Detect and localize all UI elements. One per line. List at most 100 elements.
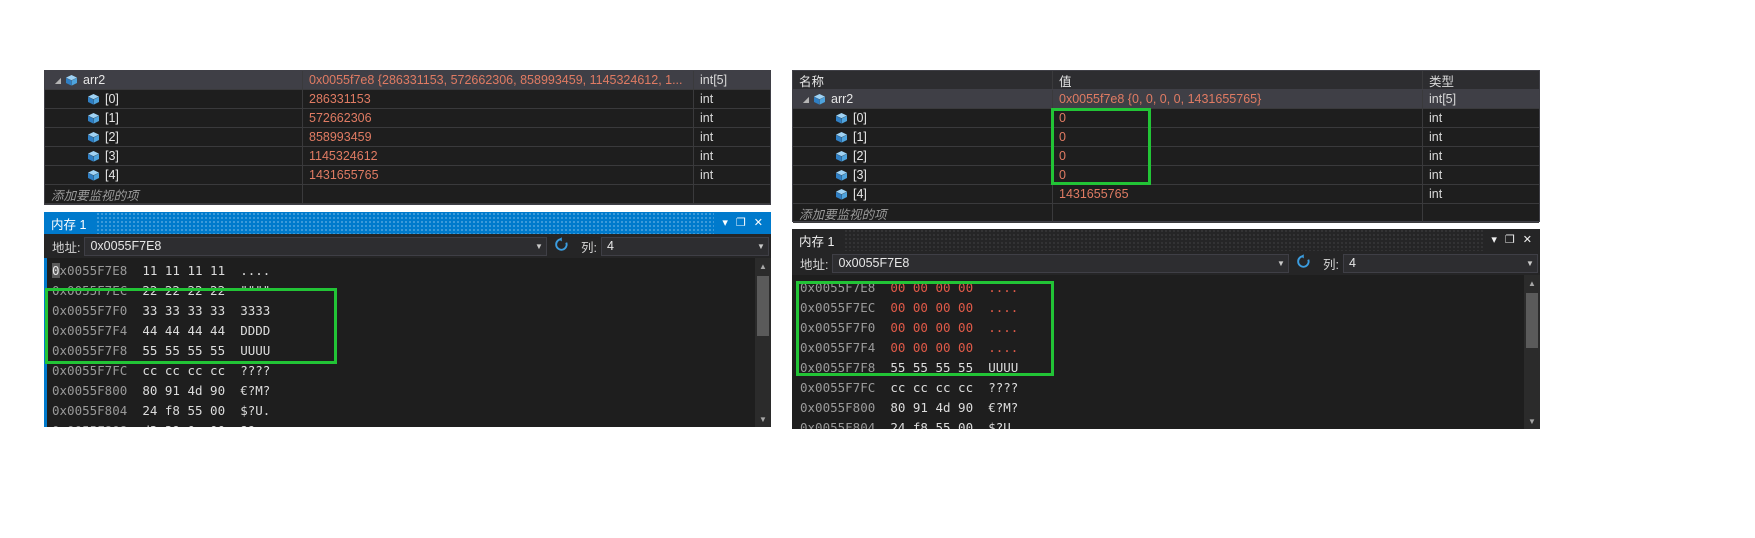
memory-line[interactable]: 0x0055F804 24 f8 55 00 $?U. xyxy=(52,401,270,421)
table-row[interactable]: [1] 0 int xyxy=(793,128,1539,147)
window-dropdown-icon[interactable]: ▾ xyxy=(1491,234,1497,246)
column-header-name[interactable]: 名称 xyxy=(793,71,1053,89)
right-memory-scrollbar[interactable]: ▲ ▼ xyxy=(1524,275,1540,429)
memory-line[interactable]: 0x0055F800 80 91 4d 90 €?M? xyxy=(800,398,1018,418)
variable-value-cell[interactable]: 0 xyxy=(1053,128,1423,146)
variable-name-cell[interactable]: ◢ arr2 xyxy=(45,71,303,89)
variable-name-cell[interactable]: [4] xyxy=(793,185,1053,203)
memory-hex: d3 39 0c 00 xyxy=(142,423,225,427)
variable-name-cell[interactable]: [3] xyxy=(45,147,303,165)
scroll-down-icon[interactable]: ▼ xyxy=(1524,413,1540,429)
variable-name-cell[interactable]: [2] xyxy=(45,128,303,146)
variable-value: 572662306 xyxy=(309,111,372,125)
left-watch-grid[interactable]: ◢ arr2 0x0055f7e8 {286331153, 572662306, 8… xyxy=(44,70,771,205)
address-input[interactable]: 0x0055F7E8 ▼ xyxy=(84,236,548,256)
left-memory-body[interactable]: 0x0055F7E8 11 11 11 11 .... 0x0055F7EC 22… xyxy=(44,258,771,427)
variable-value-cell[interactable]: 572662306 xyxy=(303,109,694,127)
scroll-thumb[interactable] xyxy=(757,276,769,336)
refresh-icon[interactable] xyxy=(551,237,571,255)
table-row[interactable]: [3] 1145324612 int xyxy=(45,147,770,166)
column-header-type[interactable]: 类型 xyxy=(1423,71,1539,89)
chevron-down-icon[interactable]: ▼ xyxy=(754,242,768,251)
expander-icon[interactable]: ◢ xyxy=(799,95,813,104)
memory-ascii: €?M? xyxy=(988,400,1019,415)
right-watch-grid[interactable]: 名称 值 类型 ◢ arr2 0x0055f7e8 {0, 0, 0, 0, 143… xyxy=(792,70,1540,223)
variable-name-cell[interactable]: ◢ arr2 xyxy=(793,90,1053,108)
memory-line[interactable]: 0x0055F7FC cc cc cc cc ???? xyxy=(800,378,1018,398)
right-add-watch-row[interactable]: 添加要监视的项 xyxy=(793,204,1539,223)
memory-line[interactable]: 0x0055F7F0 00 00 00 00 .... xyxy=(800,318,1018,338)
variable-value-cell[interactable]: 0x0055f7e8 {286331153, 572662306, 858993… xyxy=(303,71,694,89)
address-input[interactable]: 0x0055F7E8 ▼ xyxy=(832,253,1290,273)
window-float-icon[interactable]: ❐ xyxy=(736,217,746,229)
memory-line[interactable]: 0x0055F7E8 11 11 11 11 .... xyxy=(52,261,270,281)
table-row[interactable]: [0] 0 int xyxy=(793,109,1539,128)
variable-name-cell[interactable]: [0] xyxy=(793,109,1053,127)
memory-line[interactable]: 0x0055F7F0 33 33 33 33 3333 xyxy=(52,301,270,321)
left-add-watch-row[interactable]: 添加要监视的项 xyxy=(45,185,770,204)
left-memory-scrollbar[interactable]: ▲ ▼ xyxy=(755,258,771,427)
left-memory-titlebar[interactable]: 内存 1 ▾ ❐ ✕ xyxy=(44,212,771,234)
variable-value: 1431655765 xyxy=(309,168,379,182)
column-header-value[interactable]: 值 xyxy=(1053,71,1423,89)
table-row[interactable]: [1] 572662306 int xyxy=(45,109,770,128)
scroll-down-icon[interactable]: ▼ xyxy=(755,411,771,427)
table-row[interactable]: [0] 286331153 int xyxy=(45,90,770,109)
variable-value-cell[interactable]: 286331153 xyxy=(303,90,694,108)
variable-value-cell[interactable]: 0x0055f7e8 {0, 0, 0, 0, 1431655765} xyxy=(1053,90,1423,108)
columns-select[interactable]: 4 ▼ xyxy=(1343,253,1538,273)
right-memory-body[interactable]: 0x0055F7E8 00 00 00 00 .... 0x0055F7EC 00… xyxy=(792,275,1540,429)
table-row[interactable]: [2] 858993459 int xyxy=(45,128,770,147)
variable-value-cell[interactable]: 1145324612 xyxy=(303,147,694,165)
table-row[interactable]: [4] 1431655765 int xyxy=(45,166,770,185)
memory-line[interactable]: 0x0055F7F4 00 00 00 00 .... xyxy=(800,338,1018,358)
expander-icon[interactable]: ◢ xyxy=(51,76,65,85)
chevron-down-icon[interactable]: ▼ xyxy=(1523,259,1537,268)
variable-value-cell[interactable]: 0 xyxy=(1053,109,1423,127)
memory-ascii: €?M? xyxy=(240,383,271,398)
memory-line[interactable]: 0x0055F804 24 f8 55 00 $?U. xyxy=(800,418,1018,429)
variable-value-cell[interactable]: 1431655765 xyxy=(303,166,694,184)
variable-value-cell[interactable]: 0 xyxy=(1053,166,1423,184)
memory-ascii: ?9.. xyxy=(240,423,270,427)
variable-name-cell[interactable]: [3] xyxy=(793,166,1053,184)
window-close-icon[interactable]: ✕ xyxy=(754,217,763,229)
table-row[interactable]: [3] 0 int xyxy=(793,166,1539,185)
memory-line[interactable]: 0x0055F800 80 91 4d 90 €?M? xyxy=(52,381,270,401)
memory-line[interactable]: 0x0055F7EC 00 00 00 00 .... xyxy=(800,298,1018,318)
variable-cube-icon xyxy=(87,169,100,182)
scroll-up-icon[interactable]: ▲ xyxy=(1524,275,1540,291)
chevron-down-icon[interactable]: ▼ xyxy=(1274,259,1288,268)
variable-value-cell[interactable]: 858993459 xyxy=(303,128,694,146)
table-row[interactable]: ◢ arr2 0x0055f7e8 {0, 0, 0, 0, 1431655765}… xyxy=(793,90,1539,109)
columns-select[interactable]: 4 ▼ xyxy=(601,236,769,256)
variable-type-cell: int xyxy=(1423,128,1539,146)
memory-line[interactable]: 0x0055F7E8 00 00 00 00 .... xyxy=(800,278,1018,298)
memory-line[interactable]: 0x0055F7EC 22 22 22 22 """" xyxy=(52,281,270,301)
refresh-icon[interactable] xyxy=(1293,254,1313,272)
chevron-down-icon[interactable]: ▼ xyxy=(532,242,546,251)
variable-name-cell[interactable]: [1] xyxy=(45,109,303,127)
scroll-thumb[interactable] xyxy=(1526,293,1538,348)
variable-name-cell[interactable]: [1] xyxy=(793,128,1053,146)
memory-line[interactable]: 0x0055F7FC cc cc cc cc ???? xyxy=(52,361,270,381)
variable-name-cell[interactable]: [0] xyxy=(45,90,303,108)
memory-ascii: .... xyxy=(988,280,1019,295)
memory-line[interactable]: 0x0055F7F8 55 55 55 55 UUUU xyxy=(800,358,1018,378)
right-memory-titlebar[interactable]: 内存 1 ▾ ❐ ✕ xyxy=(792,229,1540,251)
table-row[interactable]: [4] 1431655765 int xyxy=(793,185,1539,204)
memory-line[interactable]: 0x0055F808 d3 39 0c 00 ?9.. xyxy=(52,421,270,427)
window-close-icon[interactable]: ✕ xyxy=(1523,234,1532,246)
variable-value-cell[interactable]: 1431655765 xyxy=(1053,185,1423,203)
window-float-icon[interactable]: ❐ xyxy=(1505,234,1515,246)
table-row[interactable]: ◢ arr2 0x0055f7e8 {286331153, 572662306, 8… xyxy=(45,71,770,90)
variable-name-cell[interactable]: [4] xyxy=(45,166,303,184)
table-row[interactable]: [2] 0 int xyxy=(793,147,1539,166)
variable-name-cell[interactable]: [2] xyxy=(793,147,1053,165)
variable-value-cell[interactable]: 0 xyxy=(1053,147,1423,165)
memory-line[interactable]: 0x0055F7F8 55 55 55 55 UUUU xyxy=(52,341,270,361)
window-dropdown-icon[interactable]: ▾ xyxy=(722,217,728,229)
memory-line[interactable]: 0x0055F7F4 44 44 44 44 DDDD xyxy=(52,321,270,341)
scroll-up-icon[interactable]: ▲ xyxy=(755,258,771,274)
memory-hex: cc cc cc cc xyxy=(890,380,974,395)
